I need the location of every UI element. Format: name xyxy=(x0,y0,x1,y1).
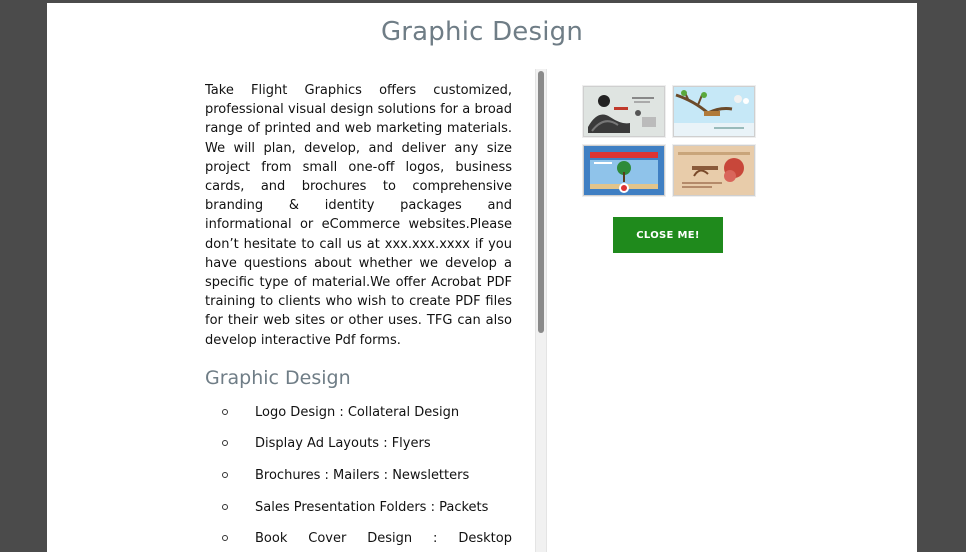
modal-title: Graphic Design xyxy=(380,17,584,47)
services-list: Logo Design : Collateral Design Display … xyxy=(205,403,512,552)
bullet-icon xyxy=(222,472,228,479)
portfolio-thumbnail[interactable] xyxy=(583,86,665,137)
bullet-icon xyxy=(222,535,228,542)
service-label: Sales Presentation Folders : Packets xyxy=(255,499,489,515)
list-item: Display Ad Layouts : Flyers xyxy=(205,434,512,466)
service-label: Display Ad Layouts : Flyers xyxy=(255,436,431,452)
list-item: Logo Design : Collateral Design xyxy=(205,403,512,435)
word: Design xyxy=(367,531,413,547)
list-item: Sales Presentation Folders : Packets xyxy=(205,498,512,530)
portfolio-thumbnail[interactable] xyxy=(673,145,755,196)
scrollbar-thumb[interactable] xyxy=(538,71,544,333)
bullet-icon xyxy=(222,503,228,510)
word: Book xyxy=(255,531,288,547)
service-label: Brochures : Mailers : Newsletters xyxy=(255,468,470,484)
word: Desktop xyxy=(458,531,512,547)
sky-branch-image xyxy=(674,87,754,136)
bullet-icon xyxy=(222,408,228,415)
description-text: Take Flight Graphics offers customized, … xyxy=(205,83,512,348)
close-button[interactable]: CLOSE ME! xyxy=(613,217,723,253)
vintage-welcome-image xyxy=(674,146,754,195)
list-item: Book Cover Design : Desktop xyxy=(205,529,512,552)
scrollbar[interactable] xyxy=(535,69,547,552)
word: Cover xyxy=(308,531,347,547)
list-item: Brochures : Mailers : Newsletters xyxy=(205,466,512,498)
service-label: Logo Design : Collateral Design xyxy=(255,404,460,420)
bullet-icon xyxy=(222,440,228,447)
service-label: Book Cover Design : Desktop xyxy=(255,529,512,548)
section-heading: Graphic Design xyxy=(205,366,351,389)
portfolio-thumbnail[interactable] xyxy=(583,145,665,196)
website-layout-image xyxy=(584,146,664,195)
portfolio-modal: Graphic Design Take Flight Graphics offe… xyxy=(47,3,917,552)
word: : xyxy=(433,531,438,547)
portfolio-thumbnail[interactable] xyxy=(673,86,755,137)
description-pane[interactable]: Take Flight Graphics offers customized, … xyxy=(205,81,512,552)
sketch-illustration-image xyxy=(584,87,664,136)
